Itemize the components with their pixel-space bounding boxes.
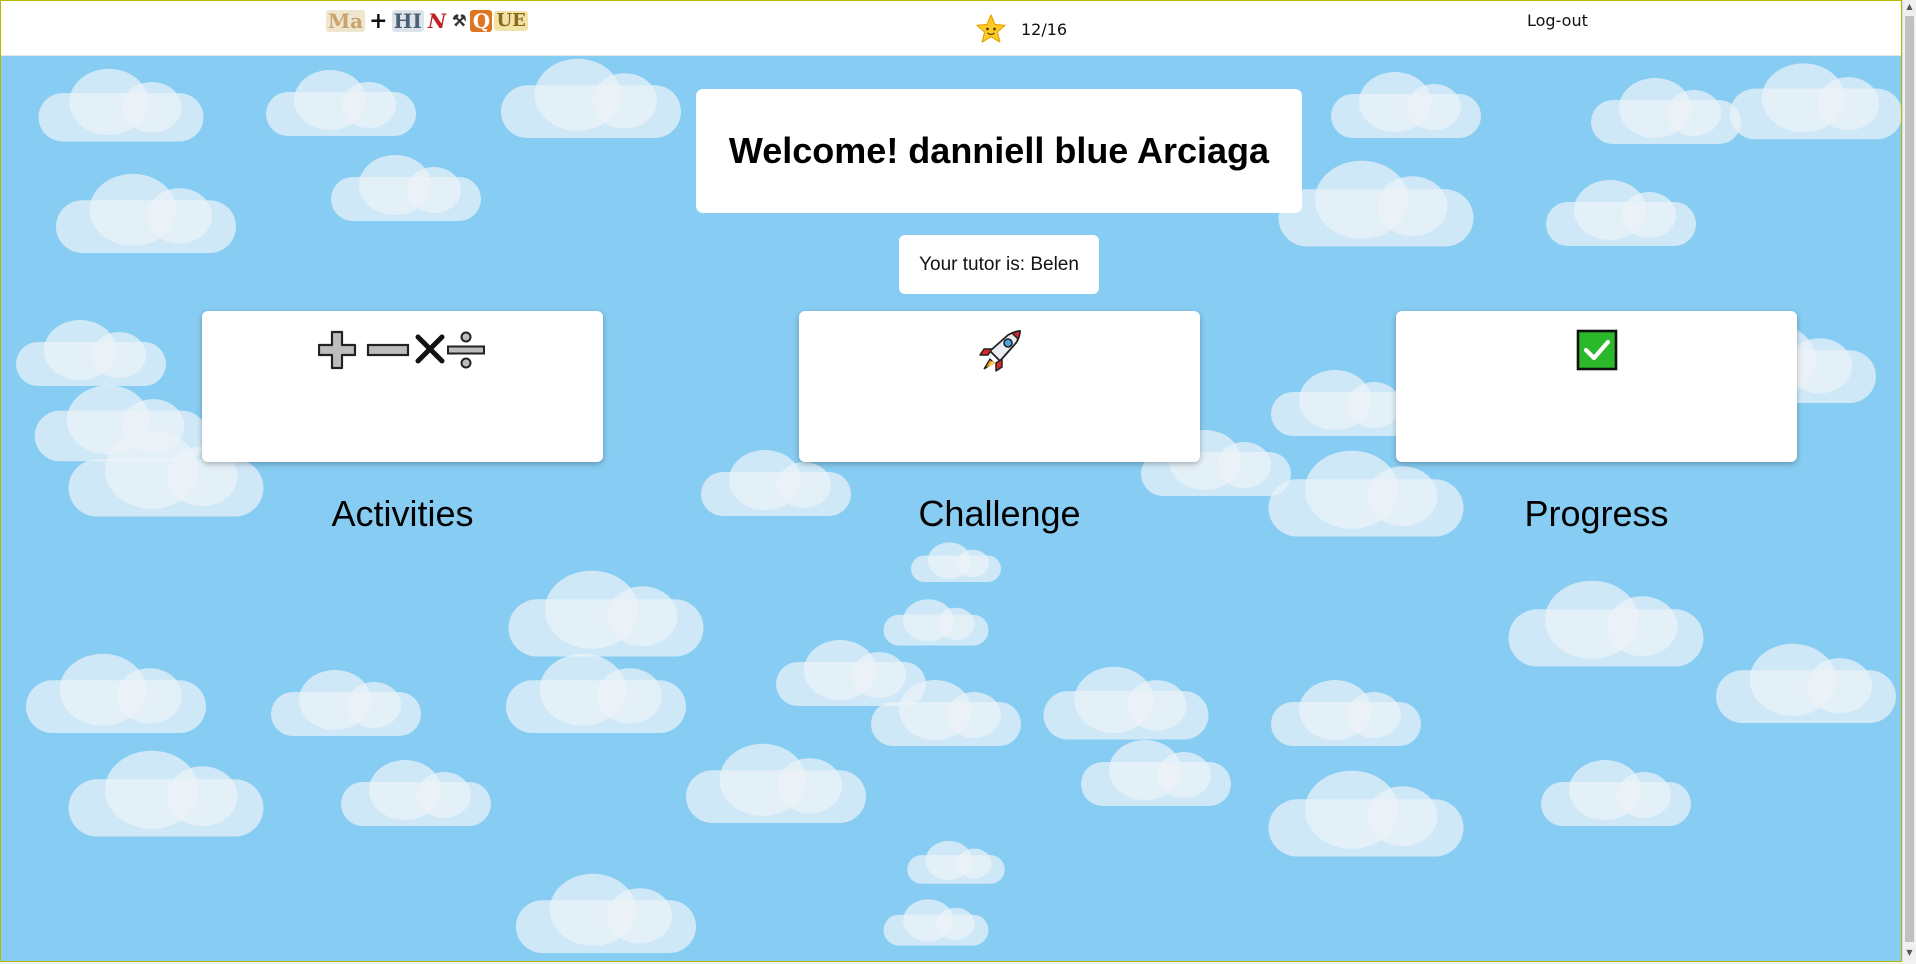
activities-label[interactable]: Activities [202, 493, 603, 535]
logo-letter: N [427, 9, 447, 33]
activities-card[interactable] [202, 311, 603, 462]
tutor-info: Your tutor is: Belen [899, 235, 1099, 294]
cloud-decoration [501, 56, 681, 138]
scroll-down-icon[interactable]: ▼ [1905, 948, 1914, 958]
cloud-decoration [331, 151, 481, 221]
logo-letter: Q [470, 10, 493, 32]
cloud-decoration [16, 316, 166, 386]
logo-letter: Ma [326, 9, 366, 33]
cloud-decoration [1508, 576, 1704, 667]
cloud-decoration [341, 756, 491, 826]
progress-card[interactable] [1396, 311, 1797, 462]
cloud-decoration [68, 746, 264, 837]
star-icon [975, 13, 1007, 45]
cloud-decoration [686, 739, 866, 823]
cloud-decoration [1271, 676, 1421, 746]
cloud-decoration [1729, 59, 1901, 140]
logo-letter: + [369, 8, 388, 34]
star-score: 12/16 [975, 13, 1067, 45]
cloud-decoration [508, 566, 704, 657]
cloud-decoration [1546, 176, 1696, 246]
cloud-decoration [1278, 156, 1474, 247]
cloud-decoration [1268, 766, 1464, 857]
cloud-decoration [1716, 639, 1896, 723]
cloud-decoration [1591, 74, 1741, 144]
top-navigation-bar: Ma + HI N ⚒ Q UE 12/16 Log-out [1, 1, 1901, 56]
challenge-label[interactable]: Challenge [799, 493, 1200, 535]
welcome-banner: Welcome! danniell blue Arciaga [696, 89, 1302, 213]
score-value: 12/16 [1021, 19, 1068, 39]
app-logo[interactable]: Ma + HI N ⚒ Q UE [326, 9, 528, 33]
welcome-title: Welcome! danniell blue Arciaga [728, 130, 1270, 171]
cloud-decoration [516, 869, 696, 953]
browser-viewport: Ma + HI N ⚒ Q UE 12/16 Log-out Welcome! … [0, 0, 1902, 962]
logo-letter: HI [391, 9, 424, 33]
cloud-decoration [907, 838, 1005, 884]
challenge-card[interactable] [799, 311, 1200, 462]
cloud-decoration [911, 540, 1001, 582]
scrollbar-thumb[interactable] [1905, 16, 1914, 942]
vertical-scrollbar[interactable]: ▲ ▼ [1902, 0, 1916, 962]
progress-label[interactable]: Progress [1396, 493, 1797, 535]
cloud-decoration [56, 169, 236, 253]
cloud-decoration [883, 897, 989, 946]
scroll-up-icon[interactable]: ▲ [1905, 2, 1914, 12]
cloud-decoration [266, 66, 416, 136]
cloud-decoration [1331, 68, 1481, 138]
math-operations-icon [317, 329, 488, 375]
cloud-decoration [1541, 756, 1691, 826]
logout-link[interactable]: Log-out [1527, 11, 1588, 30]
logo-letter: UE [494, 10, 528, 31]
cloud-decoration [506, 649, 686, 733]
rocket-icon [978, 329, 1022, 377]
check-box-icon [1576, 329, 1618, 375]
tutor-label: Your tutor is: Belen [919, 253, 1079, 275]
cloud-decoration [26, 649, 206, 733]
cloud-decoration [38, 65, 204, 142]
cloud-decoration [271, 666, 421, 736]
cloud-decoration [1043, 663, 1209, 740]
logo-letter: ⚒ [452, 11, 467, 30]
cloud-decoration [1081, 736, 1231, 806]
cloud-decoration [871, 676, 1021, 746]
cloud-background: Welcome! danniell blue Arciaga Your tuto… [1, 56, 1901, 961]
